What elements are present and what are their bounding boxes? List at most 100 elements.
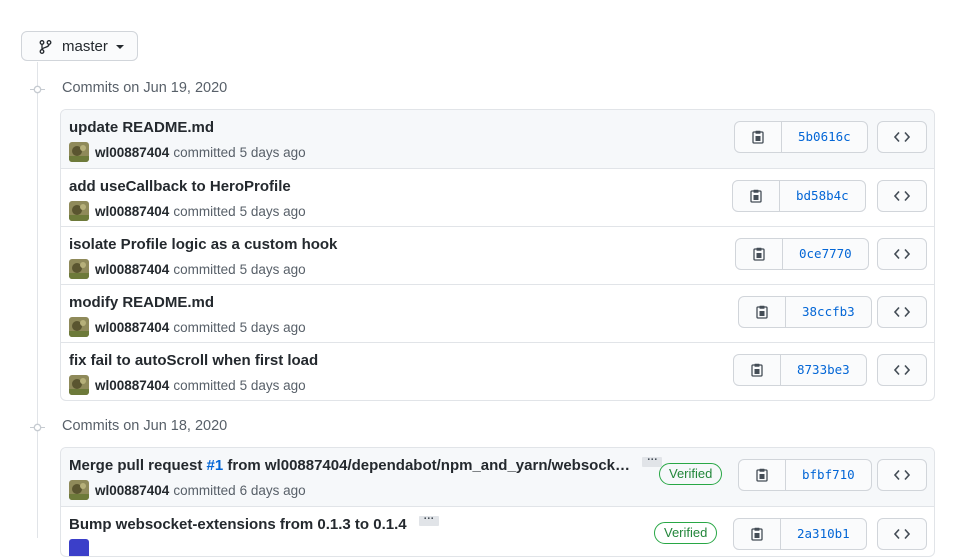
- pull-request-link[interactable]: #1: [207, 457, 224, 474]
- commit-meta: wl00887404 committed 5 days ago: [69, 317, 306, 337]
- commit-sha-link[interactable]: bfbf710: [786, 460, 871, 490]
- commit-row: Merge pull request #1 from wl00887404/de…: [61, 448, 934, 506]
- browse-files-button[interactable]: [877, 459, 927, 491]
- clipboard-icon: [751, 527, 763, 541]
- commit-message-link[interactable]: Bump websocket-extensions from 0.1.3 to …: [69, 510, 439, 533]
- commit-message-link[interactable]: modify README.md: [69, 294, 214, 311]
- expand-message-button[interactable]: …: [642, 451, 663, 468]
- commit-action: committed: [173, 377, 236, 393]
- commit-sha-group: 38ccfb3: [738, 296, 872, 328]
- browse-files-button[interactable]: [877, 518, 927, 550]
- branch-selector-button[interactable]: master: [21, 31, 138, 61]
- commit-meta: wl00887404 committed 6 days ago: [69, 480, 306, 500]
- commit-sha-group: bd58b4c: [732, 180, 866, 212]
- commit-sha-link[interactable]: 2a310b1: [781, 519, 866, 549]
- copy-sha-button[interactable]: [734, 519, 781, 549]
- commit-message-suffix: from wl00887404/dependabot/npm_and_yarn/…: [223, 457, 631, 474]
- commit-time: 5 days ago: [239, 261, 306, 277]
- commit-time: 5 days ago: [239, 203, 306, 219]
- commit-message-link[interactable]: update README.md: [69, 119, 214, 136]
- browse-files-button[interactable]: [877, 354, 927, 386]
- commit-time: 5 days ago: [239, 377, 306, 393]
- avatar[interactable]: [69, 317, 89, 337]
- clipboard-icon: [751, 363, 763, 377]
- commit-row: fix fail to autoScroll when first load w…: [61, 342, 934, 400]
- commit-sha-group: 2a310b1: [733, 518, 867, 550]
- commit-sha-link[interactable]: bd58b4c: [780, 181, 865, 211]
- avatar[interactable]: [69, 201, 89, 221]
- avatar[interactable]: [69, 480, 89, 500]
- commit-message: Bump websocket-extensions from 0.1.3 to …: [69, 516, 407, 533]
- commit-time: 5 days ago: [239, 144, 306, 160]
- commit-group-icon: [30, 423, 45, 432]
- commit-group-title: Commits on Jun 19, 2020: [62, 80, 228, 96]
- browse-files-button[interactable]: [877, 121, 927, 153]
- code-icon: [894, 248, 910, 260]
- verified-badge[interactable]: Verified: [654, 522, 718, 544]
- copy-sha-button[interactable]: [733, 181, 780, 211]
- avatar[interactable]: [69, 142, 89, 162]
- browse-files-button[interactable]: [877, 296, 927, 328]
- code-icon: [894, 469, 910, 481]
- commit-time: 5 days ago: [239, 319, 306, 335]
- git-branch-icon: [39, 40, 52, 54]
- commit-action: committed: [173, 203, 236, 219]
- commit-meta: wl00887404 committed 5 days ago: [69, 201, 306, 221]
- copy-sha-button[interactable]: [736, 239, 783, 269]
- commit-meta: wl00887404 committed 5 days ago: [69, 259, 306, 279]
- commit-sha-group: bfbf710: [738, 459, 872, 491]
- commit-message-link[interactable]: fix fail to autoScroll when first load: [69, 352, 318, 369]
- commit-sha-link[interactable]: 8733be3: [781, 355, 866, 385]
- code-icon: [894, 528, 910, 540]
- commit-list: Merge pull request #1 from wl00887404/de…: [60, 447, 935, 557]
- commit-author-link[interactable]: wl00887404: [95, 378, 169, 393]
- clipboard-icon: [756, 305, 768, 319]
- clipboard-icon: [753, 247, 765, 261]
- commit-meta: wl00887404 committed 5 days ago: [69, 142, 306, 162]
- commit-sha-link[interactable]: 38ccfb3: [786, 297, 871, 327]
- commit-author-link[interactable]: wl00887404: [95, 145, 169, 160]
- avatar[interactable]: [69, 259, 89, 279]
- commit-author-link[interactable]: wl00887404: [95, 204, 169, 219]
- copy-sha-button[interactable]: [735, 122, 782, 152]
- commit-author-link[interactable]: wl00887404: [95, 483, 169, 498]
- clipboard-icon: [752, 130, 764, 144]
- commit-list: update README.md wl00887404 committed 5 …: [60, 109, 935, 401]
- commit-message-link[interactable]: Merge pull request #1 from wl00887404/de…: [69, 451, 663, 474]
- commit-message-link[interactable]: add useCallback to HeroProfile: [69, 178, 291, 195]
- commit-author-link[interactable]: wl00887404: [95, 262, 169, 277]
- commit-action: committed: [173, 319, 236, 335]
- copy-sha-button[interactable]: [734, 355, 781, 385]
- commit-sha-link[interactable]: 0ce7770: [783, 239, 868, 269]
- caret-down-icon: [116, 45, 124, 49]
- commit-group-title: Commits on Jun 18, 2020: [62, 418, 228, 434]
- commit-sha-group: 5b0616c: [734, 121, 868, 153]
- verified-badge[interactable]: Verified: [659, 463, 723, 485]
- commit-action: committed: [173, 482, 236, 498]
- commit-time: 6 days ago: [239, 482, 306, 498]
- commit-row: Bump websocket-extensions from 0.1.3 to …: [61, 506, 934, 556]
- commit-row: isolate Profile logic as a custom hook w…: [61, 226, 934, 284]
- clipboard-icon: [750, 189, 762, 203]
- commit-row: add useCallback to HeroProfile wl0088740…: [61, 168, 934, 226]
- copy-sha-button[interactable]: [739, 460, 786, 490]
- expand-message-button[interactable]: …: [418, 510, 439, 527]
- code-icon: [894, 364, 910, 376]
- commit-row: update README.md wl00887404 committed 5 …: [61, 110, 934, 168]
- browse-files-button[interactable]: [877, 238, 927, 270]
- commit-message-prefix: Merge pull request: [69, 457, 207, 474]
- branch-name: master: [62, 38, 108, 55]
- avatar[interactable]: [69, 539, 89, 556]
- commit-sha-link[interactable]: 5b0616c: [782, 122, 867, 152]
- commit-author-link[interactable]: wl00887404: [95, 320, 169, 335]
- commit-sha-group: 0ce7770: [735, 238, 869, 270]
- commit-action: committed: [173, 261, 236, 277]
- avatar[interactable]: [69, 375, 89, 395]
- copy-sha-button[interactable]: [739, 297, 786, 327]
- commit-group-icon: [30, 85, 45, 94]
- commit-meta: [69, 539, 95, 556]
- timeline-line: [37, 62, 38, 538]
- browse-files-button[interactable]: [877, 180, 927, 212]
- commit-row: modify README.md wl00887404 committed 5 …: [61, 284, 934, 342]
- commit-message-link[interactable]: isolate Profile logic as a custom hook: [69, 236, 337, 253]
